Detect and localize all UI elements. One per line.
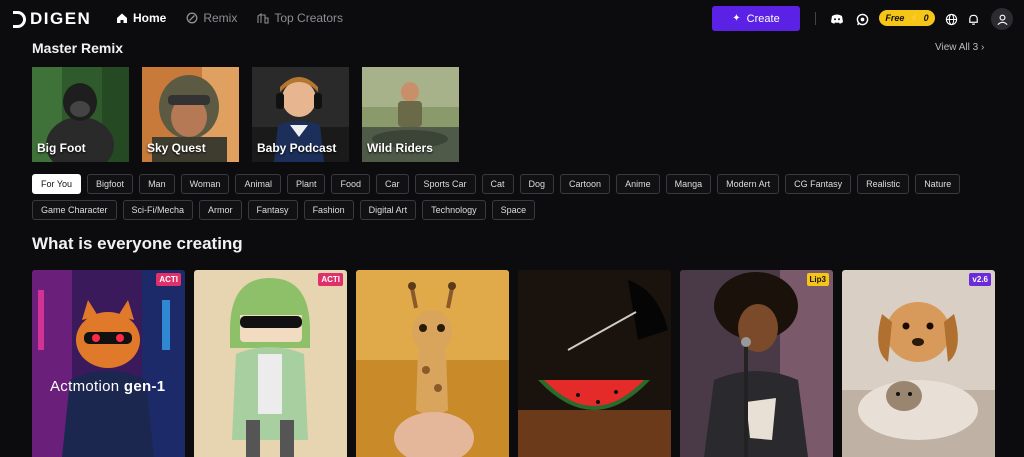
nav-home[interactable]: Home — [116, 11, 166, 25]
chip-for-you[interactable]: For You — [32, 174, 82, 194]
create-button[interactable]: ✦ Create — [712, 6, 800, 31]
remix-card-sky-quest[interactable]: Sky Quest — [142, 67, 239, 162]
chip-animal[interactable]: Animal — [235, 174, 281, 194]
chip-sci-fi-mecha[interactable]: Sci-Fi/Mecha — [122, 200, 194, 220]
chip-dog[interactable]: Dog — [519, 174, 555, 194]
user-icon — [996, 14, 1008, 25]
home-icon — [117, 13, 127, 23]
chip-space[interactable]: Space — [491, 200, 536, 220]
puppy-kitten-image — [842, 270, 995, 457]
baby-giraffe-image — [356, 270, 509, 457]
model-badge: ACTI — [156, 273, 181, 286]
chip-plant[interactable]: Plant — [286, 174, 326, 194]
chip-modern-art[interactable]: Modern Art — [717, 174, 780, 194]
model-badge: Lip3 — [806, 273, 829, 286]
chip-technology[interactable]: Technology — [422, 200, 486, 220]
nav-remix[interactable]: Remix — [186, 11, 237, 25]
chip-realistic[interactable]: Realistic — [857, 174, 910, 194]
chip-digital-art[interactable]: Digital Art — [359, 200, 417, 220]
bell-icon[interactable] — [966, 12, 980, 26]
chip-game-character[interactable]: Game Character — [32, 200, 117, 220]
remix-card-baby-podcast[interactable]: Baby Podcast — [252, 67, 349, 162]
feed-card[interactable]: v2.6 — [842, 270, 995, 457]
logo[interactable]: DIGEN — [13, 9, 91, 29]
nav-top-creators[interactable]: Top Creators — [257, 11, 343, 25]
chip-car[interactable]: Car — [375, 174, 409, 194]
feed-grid: ACTI Actmotion gen-1 ACTI Lip3 v2.6 — [32, 270, 995, 457]
model-badge: v2.6 — [969, 273, 991, 286]
watermelon-image — [518, 270, 671, 457]
globe-icon[interactable] — [944, 12, 958, 26]
divider — [815, 12, 816, 25]
neon-cat-image — [32, 270, 185, 457]
model-badge: ACTI — [318, 273, 343, 286]
chip-manga[interactable]: Manga — [665, 174, 712, 194]
lightning-icon: ⚡ — [908, 12, 920, 23]
main-nav: Home Remix Top Creators — [116, 11, 343, 25]
feed-card[interactable]: Lip3 — [680, 270, 833, 457]
singer-image — [680, 270, 833, 457]
chip-fashion[interactable]: Fashion — [303, 200, 354, 220]
master-remix-title: Master Remix — [32, 40, 124, 56]
remix-card-wild-riders[interactable]: Wild Riders — [362, 67, 459, 162]
feed-card[interactable]: ACTI — [194, 270, 347, 457]
credits-badge[interactable]: Free ⚡ 0 — [879, 10, 935, 26]
chip-cartoon[interactable]: Cartoon — [560, 174, 611, 194]
whatsapp-icon[interactable] — [855, 12, 869, 26]
master-remix-row: Big Foot Sky Quest Baby Podcast Wild Rid… — [32, 67, 459, 162]
feed-card[interactable]: ACTI Actmotion gen-1 — [32, 270, 185, 457]
avatar[interactable] — [991, 8, 1013, 30]
chip-anime[interactable]: Anime — [616, 174, 660, 194]
chip-bigfoot[interactable]: Bigfoot — [87, 174, 134, 194]
top-bar: DIGEN Home Remix Top Creators ✦ Create F… — [0, 0, 1024, 38]
chip-armor[interactable]: Armor — [199, 200, 242, 220]
chip-cg-fantasy[interactable]: CG Fantasy — [785, 174, 852, 194]
buildings-icon — [257, 12, 269, 24]
chip-man[interactable]: Man — [139, 174, 175, 194]
logo-icon — [13, 10, 26, 28]
chip-sports-car[interactable]: Sports Car — [414, 174, 476, 194]
feed-card[interactable] — [356, 270, 509, 457]
chip-nature[interactable]: Nature — [915, 174, 961, 194]
chip-woman[interactable]: Woman — [180, 174, 230, 194]
chip-cat[interactable]: Cat — [481, 174, 514, 194]
watermark-text: Actmotion gen-1 — [50, 378, 166, 395]
chip-fantasy[interactable]: Fantasy — [247, 200, 298, 220]
toy-figure-image — [194, 270, 347, 457]
feed-title: What is everyone creating — [32, 234, 243, 253]
sparkle-icon: ✦ — [732, 13, 741, 24]
discord-icon[interactable] — [830, 12, 844, 26]
remix-icon — [186, 12, 198, 24]
category-chips: For You Bigfoot Man Woman Animal Plant Food Car… — [32, 174, 992, 220]
feed-card[interactable] — [518, 270, 671, 457]
chip-food[interactable]: Food — [331, 174, 370, 194]
remix-card-big-foot[interactable]: Big Foot — [32, 67, 129, 162]
chevron-right-icon: › — [980, 42, 985, 53]
view-all-link[interactable]: View All 3 › — [935, 42, 984, 53]
